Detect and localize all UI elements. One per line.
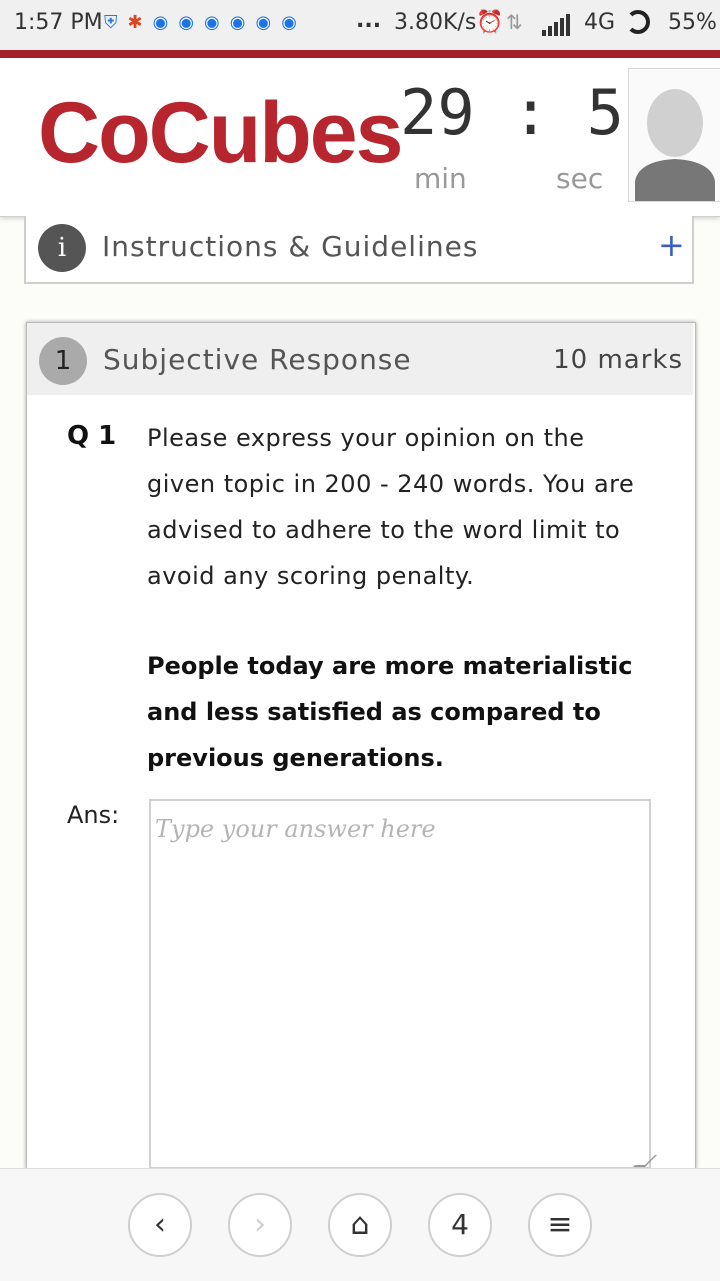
data-arrows-icon: ⇅ xyxy=(506,10,523,34)
question-card-header: 1 Subjective Response 10 marks xyxy=(27,323,693,395)
expand-plus-icon[interactable]: + xyxy=(658,226,685,264)
chevron-right-icon: › xyxy=(254,1207,266,1242)
slack-icon: ✱ xyxy=(127,12,143,33)
user-avatar[interactable] xyxy=(628,68,720,202)
question-label: Q 1 xyxy=(67,421,117,451)
network-type: 4G xyxy=(584,10,616,35)
menu-button[interactable]: ≡ xyxy=(528,1193,592,1257)
globe-icon: ◉ xyxy=(255,12,272,33)
status-bar: 1:57 PM ⛨ ✱ ◉ ◉ ◉ ◉ ◉ ◉ ... 3.80K/s ⏰ ⇅ … xyxy=(0,0,720,50)
more-notifications: ... xyxy=(356,8,382,33)
instructions-accordion[interactable]: i Instructions & Guidelines + xyxy=(24,216,694,284)
status-time: 1:57 PM xyxy=(14,10,103,35)
app-header: CoCubes 29 : 57 min sec xyxy=(0,58,720,217)
home-button[interactable]: ⌂ xyxy=(328,1193,392,1257)
countdown-timer: 29 : 57 xyxy=(400,76,662,149)
signal-icon xyxy=(542,12,570,36)
info-icon: i xyxy=(38,224,86,272)
question-card: 1 Subjective Response 10 marks Q 1 Pleas… xyxy=(26,322,696,1170)
marks-label: 10 marks xyxy=(553,345,683,375)
header-accent-bar xyxy=(0,50,720,58)
timer-sec-label: sec xyxy=(556,162,604,195)
question-number-badge: 1 xyxy=(39,337,87,385)
globe-icon: ◉ xyxy=(152,12,169,33)
section-title: Subjective Response xyxy=(103,343,412,376)
globe-icon: ◉ xyxy=(229,12,246,33)
forward-button[interactable]: › xyxy=(228,1193,292,1257)
timer-min-label: min xyxy=(414,162,467,195)
hamburger-menu-icon: ≡ xyxy=(547,1207,573,1242)
network-speed: 3.80K/s xyxy=(394,10,477,35)
browser-bottom-nav: ‹ › ⌂ 4 ≡ xyxy=(0,1168,720,1281)
home-icon: ⌂ xyxy=(350,1207,370,1242)
alarm-icon: ⏰ xyxy=(476,10,504,35)
back-button[interactable]: ‹ xyxy=(128,1193,192,1257)
shield-icon: ⛨ xyxy=(104,12,118,33)
instructions-title: Instructions & Guidelines xyxy=(102,230,479,263)
notification-icons: ⛨ ✱ ◉ ◉ ◉ ◉ ◉ ◉ xyxy=(104,12,297,33)
person-silhouette-icon xyxy=(635,89,715,201)
tabs-button[interactable]: 4 xyxy=(428,1193,492,1257)
chevron-left-icon: ‹ xyxy=(154,1207,166,1242)
battery-icon xyxy=(626,10,650,34)
question-text: Please express your opinion on the given… xyxy=(147,424,635,590)
globe-icon: ◉ xyxy=(281,12,297,33)
answer-label: Ans: xyxy=(67,801,120,829)
globe-icon: ◉ xyxy=(204,12,220,33)
cocubes-logo: CoCubes xyxy=(38,85,403,181)
battery-percent: 55% xyxy=(668,10,717,35)
answer-textarea[interactable] xyxy=(149,799,651,1169)
globe-icon: ◉ xyxy=(178,12,195,33)
question-topic: People today are more materialistic and … xyxy=(147,652,633,772)
tabs-count: 4 xyxy=(451,1208,469,1241)
